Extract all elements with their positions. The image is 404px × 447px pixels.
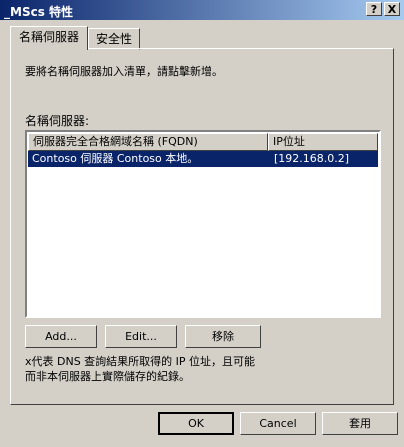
column-header-fqdn[interactable]: 伺服器完全合格網域名稱 (FQDN) — [28, 133, 268, 151]
add-button[interactable]: Add... — [25, 325, 97, 348]
note-line-1: x代表 DNS 查詢結果所取得的 IP 位址，且可能 — [25, 355, 256, 368]
cancel-button[interactable]: Cancel — [240, 412, 316, 435]
instruction-text: 要將名稱伺服器加入清單，請點擊新增。 — [25, 65, 223, 78]
help-button[interactable]: ? — [366, 2, 382, 16]
close-button[interactable]: X — [384, 2, 400, 16]
window-title: _MScs 特性 — [4, 5, 74, 19]
ok-button[interactable]: OK — [158, 412, 234, 435]
tab-name-servers[interactable]: 名稱伺服器 — [10, 26, 88, 50]
list-item-fqdn: Contoso 伺服器 Contoso 本地。 — [32, 152, 199, 165]
name-servers-panel: 要將名稱伺服器加入清單，請點擊新增。 名稱伺服器: 伺服器完全合格網域名稱 (F… — [10, 48, 394, 405]
apply-button[interactable]: 套用 — [322, 412, 398, 435]
column-header-ip[interactable]: IP位址 — [268, 133, 378, 151]
title-bar: _MScs 特性 ? X — [0, 0, 404, 20]
name-servers-label: 名稱伺服器: — [25, 114, 90, 128]
tab-security[interactable]: 安全性 — [88, 28, 140, 50]
edit-button[interactable]: Edit... — [105, 325, 177, 348]
note-line-2: 而非本伺服器上實際儲存的紀錄。 — [25, 370, 190, 383]
name-server-list[interactable]: 伺服器完全合格網域名稱 (FQDN) IP位址 Contoso 伺服器 Cont… — [25, 130, 381, 318]
list-item[interactable]: Contoso 伺服器 Contoso 本地。 [192.168.0.2] — [28, 151, 378, 167]
remove-button[interactable]: 移除 — [185, 325, 261, 348]
list-item-ip: [192.168.0.2] — [274, 152, 350, 165]
